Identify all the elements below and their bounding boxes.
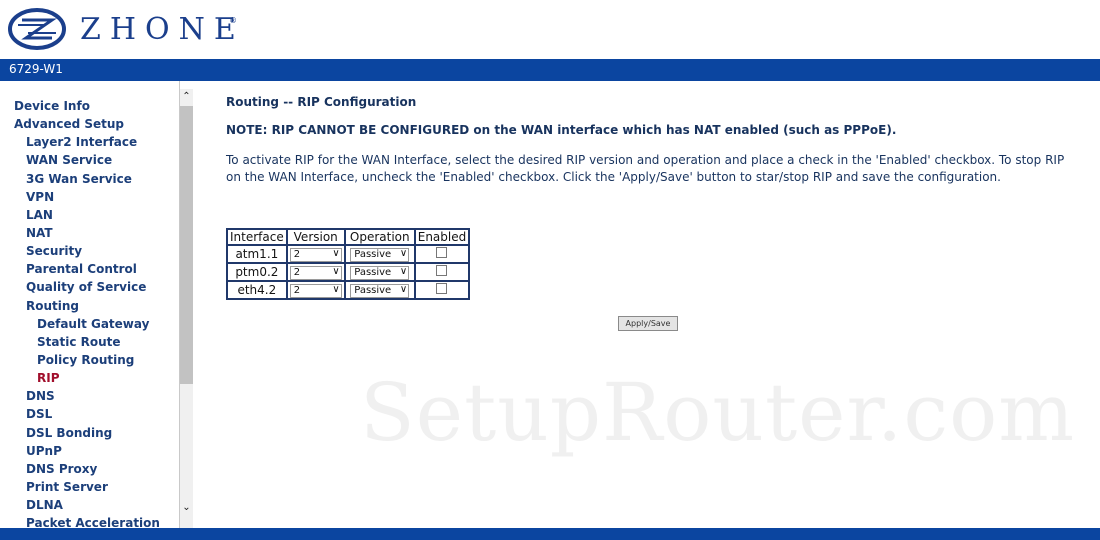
- main-content: Routing -- RIP Configuration NOTE: RIP C…: [226, 92, 1086, 186]
- operation-cell: Passive ∨: [343, 244, 416, 264]
- bottom-bar: [0, 528, 1100, 540]
- chevron-down-icon[interactable]: ⌄: [180, 501, 193, 515]
- operation-value: Passive: [354, 285, 392, 296]
- operation-select[interactable]: Passive ∨: [350, 248, 410, 262]
- top-bar: 6729-W1: [0, 59, 1100, 81]
- brand-name: ZHONE: [80, 12, 245, 47]
- sidebar-item-packet-acceleration[interactable]: Packet Acceleration: [0, 514, 180, 528]
- chevron-down-icon: ∨: [332, 266, 340, 277]
- operation-select[interactable]: Passive ∨: [350, 266, 410, 280]
- sidebar-item-print-server[interactable]: Print Server: [0, 478, 180, 496]
- chevron-down-icon: ∨: [399, 266, 408, 277]
- operation-cell: Passive ∨: [343, 280, 416, 300]
- model-name: 6729-W1: [9, 62, 63, 76]
- version-select[interactable]: 2 ∨: [289, 248, 342, 262]
- rip-description: To activate RIP for the WAN Interface, s…: [226, 153, 1065, 184]
- column-header-enabled: Enabled: [413, 228, 471, 246]
- sidebar-item-parental-control[interactable]: Parental Control: [0, 260, 180, 278]
- interface-cell: eth4.2: [226, 280, 288, 300]
- sidebar-item-dlna[interactable]: DLNA: [0, 496, 180, 514]
- sidebar-item-wan-service[interactable]: WAN Service: [0, 151, 180, 169]
- enabled-cell: [413, 244, 471, 264]
- sidebar-item-layer2-interface[interactable]: Layer2 Interface: [0, 133, 180, 151]
- chevron-down-icon: ∨: [332, 284, 340, 295]
- operation-value: Passive: [354, 249, 392, 260]
- version-value: 2: [293, 249, 301, 260]
- version-select[interactable]: 2 ∨: [289, 284, 342, 298]
- apply-save-button[interactable]: Apply/Save: [618, 316, 678, 331]
- nat-note: NOTE: RIP CANNOT BE CONFIGURED on the WA…: [226, 123, 897, 137]
- rip-config-table: Interface Version Operation Enabled atm1…: [226, 228, 471, 300]
- table-row: ptm0.2 2 ∨ Passive ∨: [226, 262, 471, 282]
- sidebar-item-rip[interactable]: RIP: [0, 369, 180, 387]
- sidebar-item-dsl-bonding[interactable]: DSL Bonding: [0, 424, 180, 442]
- interface-cell: atm1.1: [226, 244, 288, 264]
- sidebar-item-security[interactable]: Security: [0, 242, 180, 260]
- chevron-down-icon: ∨: [399, 284, 408, 295]
- version-value: 2: [293, 267, 301, 278]
- table-header-row: Interface Version Operation Enabled: [226, 228, 471, 246]
- logo-area: ZHONE ®: [0, 0, 1100, 58]
- enabled-cell: [413, 280, 471, 300]
- sidebar-item-upnp[interactable]: UPnP: [0, 442, 180, 460]
- column-header-interface: Interface: [226, 228, 288, 246]
- table-row: eth4.2 2 ∨ Passive ∨: [226, 280, 471, 300]
- enabled-cell: [413, 262, 471, 282]
- enabled-checkbox[interactable]: [436, 283, 448, 294]
- sidebar-item-dsl[interactable]: DSL: [0, 405, 180, 423]
- version-value: 2: [293, 285, 301, 296]
- interface-cell: ptm0.2: [226, 262, 288, 282]
- sidebar-item-vpn[interactable]: VPN: [0, 188, 180, 206]
- page-title: Routing -- RIP Configuration: [226, 95, 417, 109]
- sidebar-item-nat[interactable]: NAT: [0, 224, 180, 242]
- sidebar-item-policy-routing[interactable]: Policy Routing: [0, 351, 180, 369]
- watermark: SetupRouter.com: [360, 366, 1076, 459]
- chevron-up-icon[interactable]: ⌃: [180, 90, 193, 104]
- sidebar-item-routing[interactable]: Routing: [0, 297, 180, 315]
- sidebar-item-static-route[interactable]: Static Route: [0, 333, 180, 351]
- sidebar-item-default-gateway[interactable]: Default Gateway: [0, 315, 180, 333]
- table-row: atm1.1 2 ∨ Passive ∨: [226, 244, 471, 264]
- sidebar-item-dns-proxy[interactable]: DNS Proxy: [0, 460, 180, 478]
- sidebar-item-device-info[interactable]: Device Info: [0, 97, 180, 115]
- sidebar-item-quality-of-service[interactable]: Quality of Service: [0, 278, 180, 296]
- column-header-operation: Operation: [343, 228, 416, 246]
- zhone-logo-icon: [8, 8, 66, 50]
- version-cell: 2 ∨: [285, 280, 346, 300]
- sidebar-item-3g-wan-service[interactable]: 3G Wan Service: [0, 170, 180, 188]
- enabled-checkbox[interactable]: [436, 247, 448, 258]
- operation-cell: Passive ∨: [343, 262, 416, 282]
- chevron-down-icon: ∨: [399, 248, 408, 259]
- version-cell: 2 ∨: [285, 262, 346, 282]
- scrollbar-thumb[interactable]: [180, 106, 193, 384]
- enabled-checkbox[interactable]: [436, 265, 448, 276]
- operation-select[interactable]: Passive ∨: [350, 284, 410, 298]
- sidebar-item-lan[interactable]: LAN: [0, 206, 180, 224]
- sidebar: Device Info Advanced Setup Layer2 Interf…: [0, 81, 180, 528]
- sidebar-item-advanced-setup[interactable]: Advanced Setup: [0, 115, 180, 133]
- operation-value: Passive: [354, 267, 392, 278]
- trademark-symbol: ®: [229, 16, 237, 25]
- sidebar-item-dns[interactable]: DNS: [0, 387, 180, 405]
- chevron-down-icon: ∨: [332, 248, 340, 259]
- sidebar-nav: Device Info Advanced Setup Layer2 Interf…: [0, 97, 180, 528]
- version-select[interactable]: 2 ∨: [289, 266, 342, 280]
- column-header-version: Version: [285, 228, 346, 246]
- version-cell: 2 ∨: [285, 244, 346, 264]
